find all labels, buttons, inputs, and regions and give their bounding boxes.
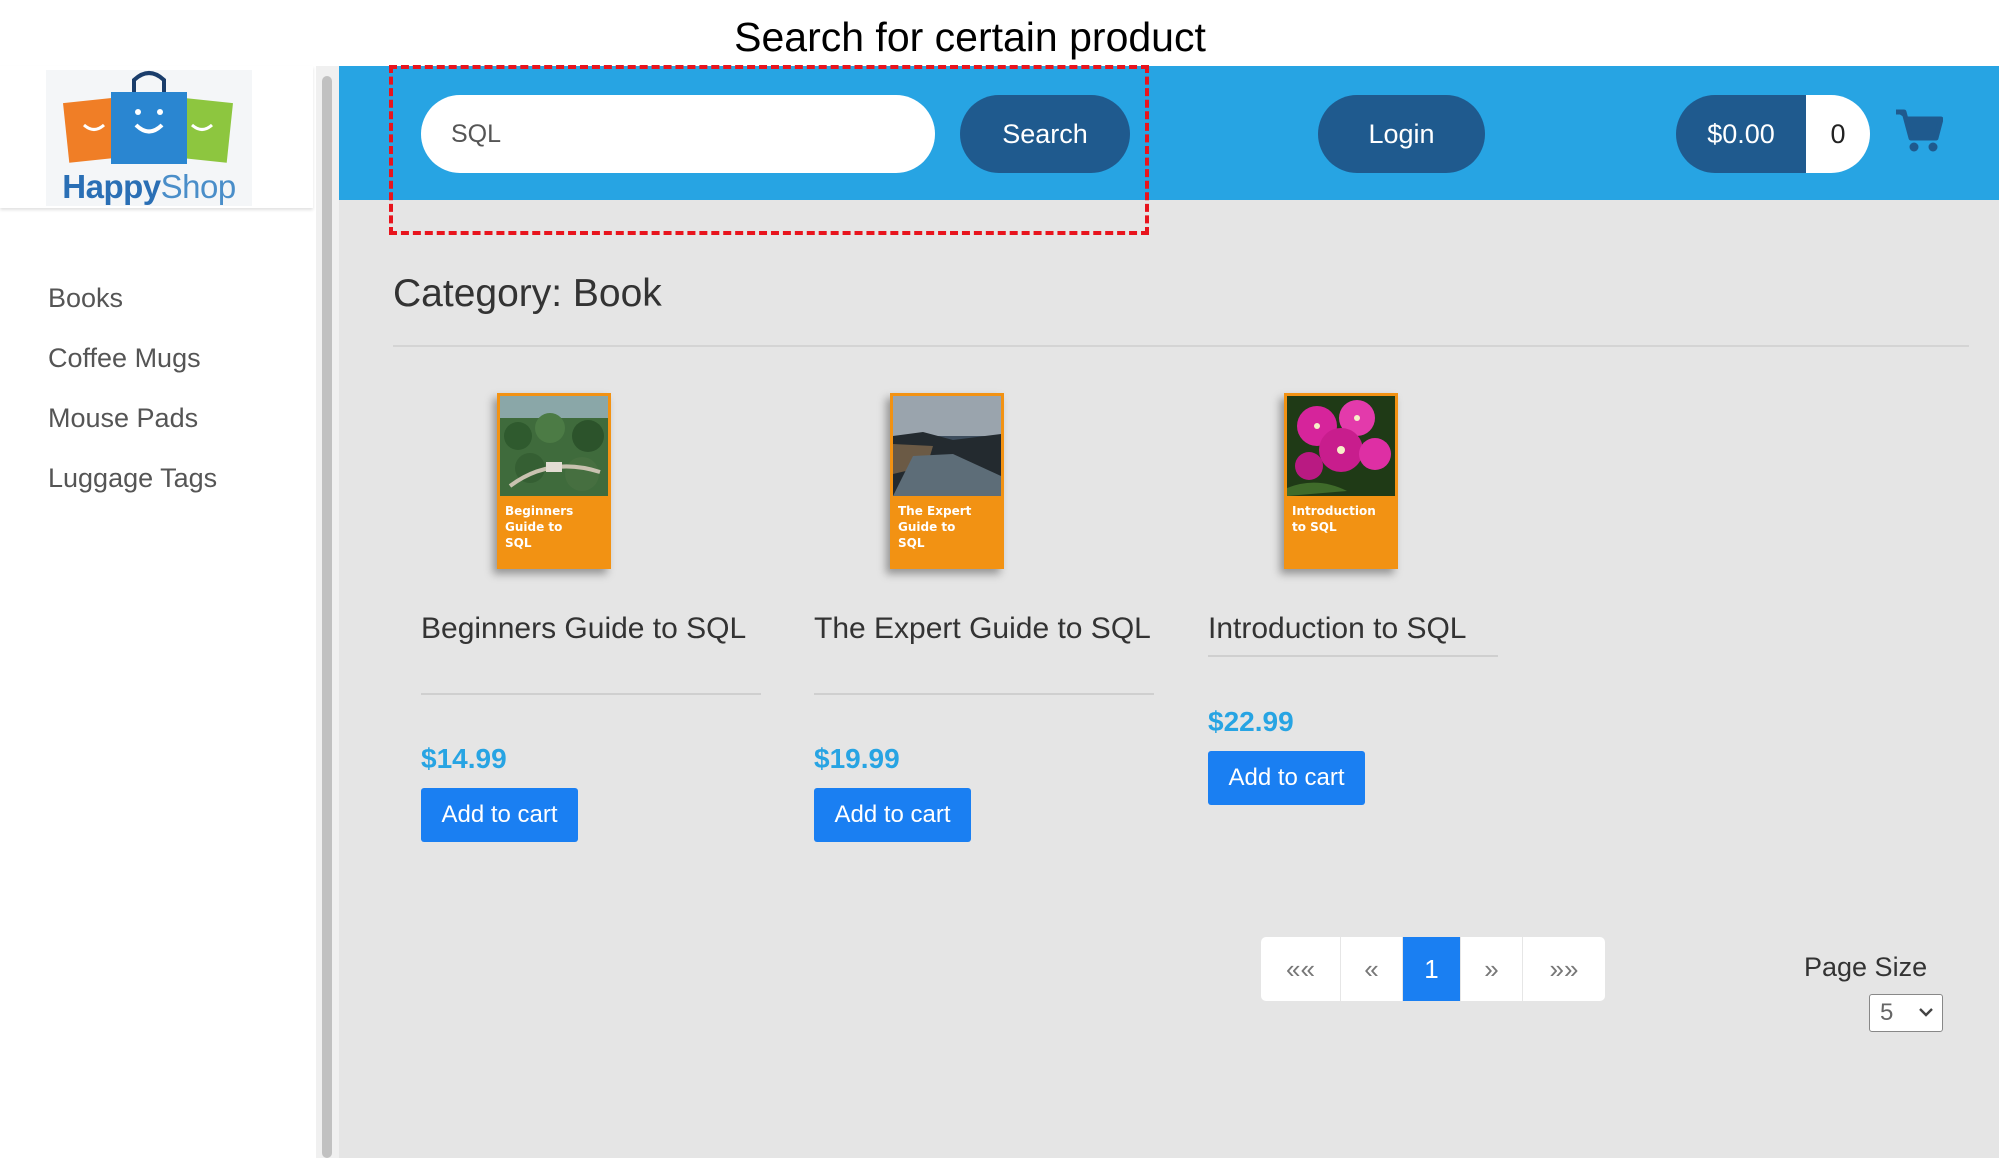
sidebar-item-books[interactable]: Books	[48, 282, 217, 342]
chevron-down-icon	[1919, 1008, 1933, 1017]
product-price: $19.99	[814, 743, 900, 774]
aerial-forest-photo	[500, 396, 608, 496]
main-content: Search Login $0.00 0 Category: Book Begi…	[339, 66, 1999, 1158]
logo-word-shop: Shop	[160, 168, 237, 205]
top-bar: Search Login $0.00 0	[339, 66, 1999, 200]
add-to-cart-button[interactable]: Add to cart	[421, 788, 578, 842]
book-cover-image[interactable]: Introduction to SQL	[1284, 393, 1398, 569]
cover-title: The Expert Guide to SQL	[898, 504, 972, 550]
sidebar-item-luggage-tags[interactable]: Luggage Tags	[48, 462, 217, 522]
shopping-cart-icon[interactable]	[1895, 108, 1943, 154]
page-size-label: Page Size	[1804, 952, 1928, 982]
cover-title: Beginners Guide to SQL	[505, 504, 574, 550]
product-divider	[1208, 655, 1498, 657]
page-first-button[interactable]: ««	[1261, 937, 1341, 1001]
logo-text: HappyShop	[46, 168, 252, 206]
happy-shop-logo[interactable]: HappyShop	[46, 70, 252, 206]
add-to-cart-button[interactable]: Add to cart	[814, 788, 971, 842]
category-title: Category: Book	[393, 272, 662, 315]
add-to-cart-button[interactable]: Add to cart	[1208, 751, 1365, 805]
sidebar-scrollbar[interactable]	[316, 66, 339, 1158]
book-cover-image[interactable]: The Expert Guide to SQL	[890, 393, 1004, 569]
shopping-bags-icon	[63, 71, 233, 164]
page-size-value: 5	[1880, 999, 1894, 1026]
product-price: $14.99	[421, 743, 507, 774]
page-last-button[interactable]: »»	[1523, 937, 1605, 1001]
cart-total[interactable]: $0.00	[1676, 95, 1806, 173]
product-name[interactable]: Introduction to SQL	[1208, 610, 1550, 648]
login-button[interactable]: Login	[1318, 95, 1485, 173]
cover-title: Introduction to SQL	[1292, 504, 1376, 534]
search-input[interactable]	[421, 95, 935, 173]
product-divider	[814, 693, 1154, 695]
annotation-caption: Search for certain product	[734, 14, 1206, 60]
logo-card: HappyShop	[0, 66, 313, 208]
category-divider	[393, 345, 1969, 347]
pink-flower-photo	[1287, 396, 1395, 496]
coastline-photo	[893, 396, 1001, 496]
sidebar: HappyShop Books Coffee Mugs Mouse Pads L…	[0, 66, 316, 1158]
product-price: $22.99	[1208, 706, 1294, 737]
page-prev-button[interactable]: «	[1341, 937, 1403, 1001]
product-name[interactable]: Beginners Guide to SQL	[421, 610, 763, 648]
search-button[interactable]: Search	[960, 95, 1130, 173]
category-menu: Books Coffee Mugs Mouse Pads Luggage Tag…	[48, 282, 217, 522]
page-number-button[interactable]: 1	[1403, 937, 1461, 1001]
sidebar-item-mouse-pads[interactable]: Mouse Pads	[48, 402, 217, 462]
sidebar-item-coffee-mugs[interactable]: Coffee Mugs	[48, 342, 217, 402]
pagination: «« « 1 » »»	[1261, 937, 1605, 1001]
book-cover-image[interactable]: Beginners Guide to SQL	[497, 393, 611, 569]
cart-count[interactable]: 0	[1806, 95, 1870, 173]
page-size-select[interactable]: 5	[1869, 994, 1943, 1032]
sidebar-scrollbar-thumb[interactable]	[322, 76, 332, 1158]
logo-word-happy: Happy	[62, 168, 161, 205]
product-divider	[421, 693, 761, 695]
product-name[interactable]: The Expert Guide to SQL	[814, 610, 1156, 648]
page-next-button[interactable]: »	[1461, 937, 1523, 1001]
